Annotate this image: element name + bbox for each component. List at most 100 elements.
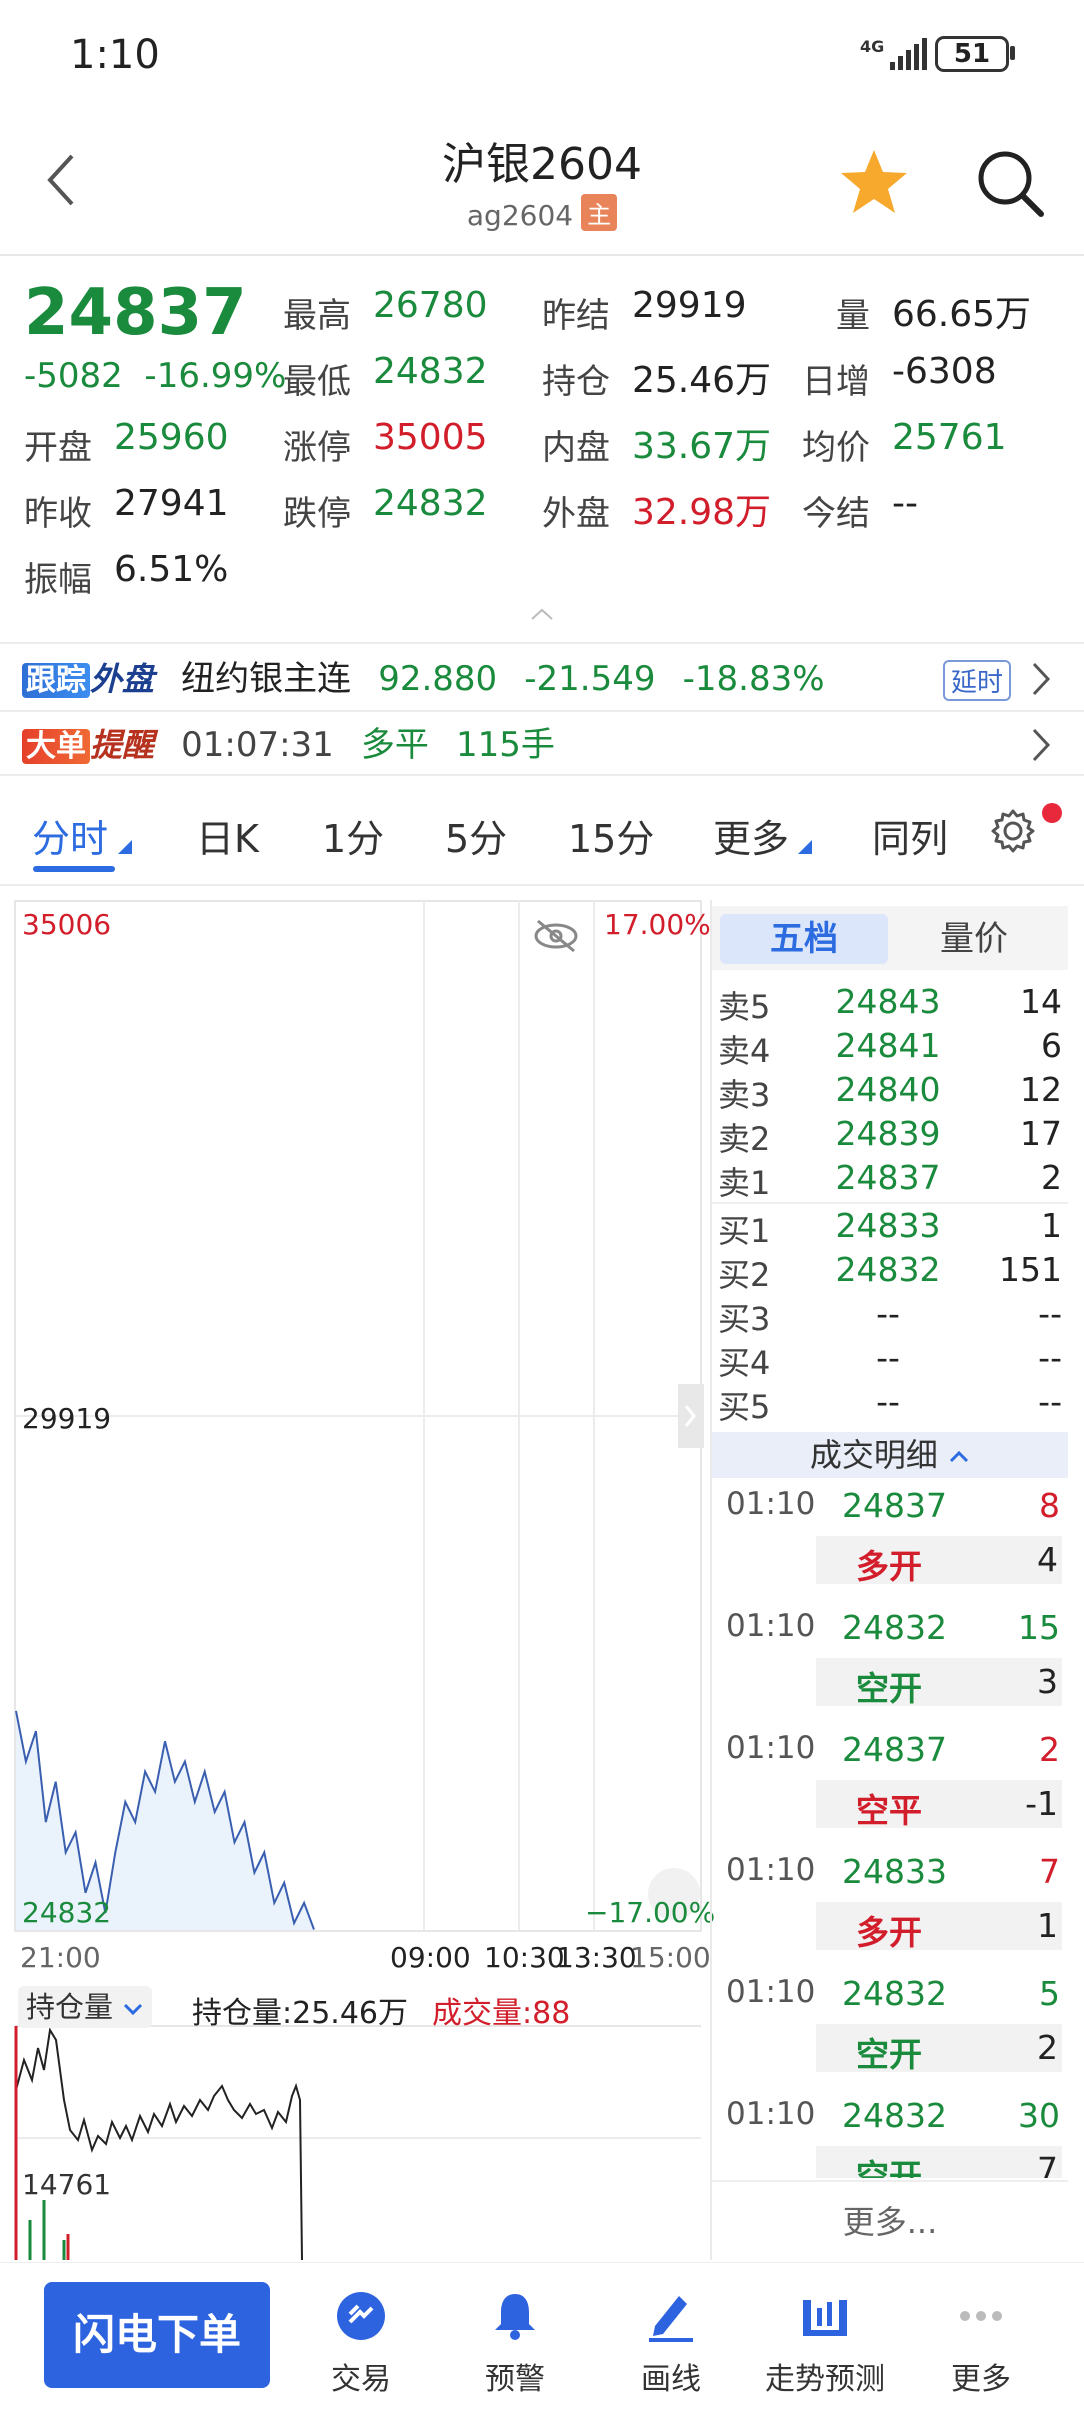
tab-1min[interactable]: 1分 xyxy=(322,808,384,863)
tab-daily-k[interactable]: 日K xyxy=(196,808,259,863)
ask-row-3: 卖3 24840 12 xyxy=(718,1070,1064,1114)
deal-time: 01:10 xyxy=(726,2096,816,2132)
outer-label: 外盘 xyxy=(542,494,610,534)
bid-volume: -- xyxy=(1038,1382,1062,1421)
time-label-2100: 21:00 xyxy=(20,1941,101,1974)
status-time: 1:10 xyxy=(70,32,160,78)
chevron-right-icon[interactable] xyxy=(1030,726,1052,764)
tab-five-levels[interactable]: 五档 xyxy=(720,914,888,964)
big-order-banner[interactable]: 大单 提醒 01:07:31 多平 115手 xyxy=(22,722,555,768)
deal-position-change: 3 xyxy=(1037,1662,1058,1701)
tab-volume-price[interactable]: 量价 xyxy=(900,914,1048,964)
bid-label: 买5 xyxy=(718,1388,771,1426)
chevron-right-icon[interactable] xyxy=(1030,660,1052,698)
ask-price: 24843 xyxy=(835,982,941,1021)
inner-value: 33.67万 xyxy=(632,426,772,467)
deal-row: 01:10 24832 30 空开 7 xyxy=(712,2096,1068,2178)
tab-compare[interactable]: 同列 xyxy=(872,808,948,863)
tab-5min[interactable]: 5分 xyxy=(445,808,507,863)
nav-trade[interactable]: 交易 xyxy=(286,2290,436,2398)
intraday-chart[interactable] xyxy=(14,900,704,2261)
deal-type: 空平 xyxy=(856,1791,922,1830)
deal-price: 24837 xyxy=(842,1730,947,1769)
limit-down-value: 24832 xyxy=(373,483,488,524)
avg-label: 均价 xyxy=(802,428,870,468)
header-divider xyxy=(0,254,1084,256)
ask-label: 卖5 xyxy=(718,988,771,1026)
ask-price: 24841 xyxy=(835,1026,941,1065)
chevron-down-icon xyxy=(124,2003,143,2016)
big-order-time: 01:07:31 xyxy=(181,725,334,765)
deal-volume: 2 xyxy=(1039,1730,1060,1769)
search-icon xyxy=(978,151,1044,217)
main-contract-badge: 主 xyxy=(581,194,618,231)
deal-position-change: 1 xyxy=(1037,1906,1058,1945)
nav-forecast[interactable]: 走势预测 xyxy=(750,2290,900,2398)
ask-price: 24837 xyxy=(835,1158,941,1197)
time-label-0900: 09:00 xyxy=(390,1941,471,1974)
search-button[interactable] xyxy=(975,148,1045,218)
sub-axis-label: 14761 xyxy=(22,2168,112,2201)
ask-label: 卖4 xyxy=(718,1032,771,1070)
track-banner[interactable]: 跟踪 外盘 纽约银主连 92.880 -21.549 -18.83% xyxy=(22,656,825,702)
deal-time: 01:10 xyxy=(726,1730,816,1766)
nav-label: 预警 xyxy=(485,2362,545,2397)
track-price: 92.880 xyxy=(378,659,498,699)
divider xyxy=(0,774,1084,776)
nav-more[interactable]: 更多 xyxy=(906,2290,1056,2398)
tab-more[interactable]: 更多 xyxy=(713,808,789,863)
tab-intraday[interactable]: 分时 xyxy=(32,808,108,863)
bid-row-5: 买5 -- -- xyxy=(718,1382,1064,1426)
ask-label: 卖2 xyxy=(718,1120,771,1158)
deal-type-row: 空开 2 xyxy=(816,2024,1062,2074)
settle-label: 今结 xyxy=(802,494,870,534)
daily-inc-label: 日增 xyxy=(802,362,870,402)
bid-label: 买2 xyxy=(718,1256,771,1294)
nav-label: 走势预测 xyxy=(765,2362,885,2397)
open-interest-line xyxy=(15,2027,303,2261)
bid-label: 买4 xyxy=(718,1344,771,1382)
bid-volume: 151 xyxy=(999,1250,1062,1289)
eye-off-icon xyxy=(534,919,578,953)
deal-time: 01:10 xyxy=(726,1608,816,1644)
collapse-caret-icon[interactable] xyxy=(528,606,556,622)
deal-type: 多开 xyxy=(856,1913,922,1952)
alert-tag: 提醒 xyxy=(90,726,155,764)
volume-readout: 成交量:88 xyxy=(432,1996,571,2031)
amplitude-label: 振幅 xyxy=(24,560,92,600)
limit-up-label: 涨停 xyxy=(283,428,351,468)
track-change-pct: -18.83% xyxy=(682,659,825,699)
favorite-button[interactable] xyxy=(838,148,910,216)
open-value: 25960 xyxy=(114,417,229,458)
bid-label: 买3 xyxy=(718,1300,771,1338)
nav-draw[interactable]: 画线 xyxy=(596,2290,746,2398)
network-type: 4G xyxy=(860,37,884,56)
settings-button[interactable] xyxy=(990,808,1036,854)
deal-time: 01:10 xyxy=(726,1852,816,1888)
book-divider xyxy=(712,1202,1068,1204)
bid-price: -- xyxy=(876,1382,900,1421)
sub-indicator-select[interactable]: 持仓量 xyxy=(18,1986,153,2028)
deal-detail-header[interactable]: 成交明细 xyxy=(712,1432,1068,1478)
ask-volume: 14 xyxy=(1020,982,1062,1021)
deal-volume: 7 xyxy=(1039,1852,1060,1891)
big-order-qty: 115手 xyxy=(456,725,555,765)
deal-type: 多开 xyxy=(856,1547,922,1586)
deal-price: 24832 xyxy=(842,1974,947,2013)
ask-label: 卖1 xyxy=(718,1164,771,1202)
sub-indicator-label: 持仓量 xyxy=(26,1990,114,2024)
track-change: -21.549 xyxy=(524,659,656,699)
limit-up-value: 35005 xyxy=(373,417,488,458)
chart-mid-price: 29919 xyxy=(22,1402,112,1435)
prev-close-label: 昨收 xyxy=(24,494,92,534)
tab-15min[interactable]: 15分 xyxy=(568,808,654,863)
deal-volume: 30 xyxy=(1018,2096,1060,2135)
bid-label: 买1 xyxy=(718,1212,771,1250)
open-interest-readout: 持仓量:25.46万 xyxy=(192,1996,408,2031)
nav-alert[interactable]: 预警 xyxy=(440,2290,590,2398)
limit-down-label: 跌停 xyxy=(283,494,351,534)
more-deals-link[interactable]: 更多... xyxy=(712,2180,1068,2260)
deal-position-change: 4 xyxy=(1037,1540,1058,1579)
flash-order-button[interactable]: 闪电下单 xyxy=(44,2282,270,2388)
prev-settle-label: 昨结 xyxy=(542,296,610,336)
